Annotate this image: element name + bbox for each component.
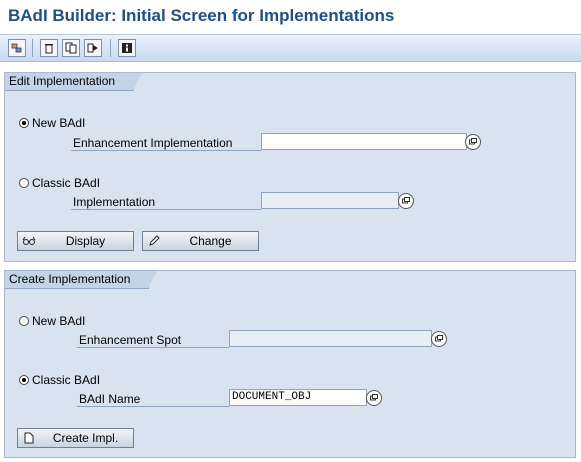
- glasses-icon: [20, 236, 38, 246]
- radio-selected-icon[interactable]: [19, 375, 29, 385]
- radio-new-badi[interactable]: New BAdI: [19, 314, 85, 328]
- delete-icon[interactable]: [40, 39, 58, 57]
- value-help-icon[interactable]: [366, 390, 382, 406]
- implementation-field[interactable]: [261, 192, 399, 209]
- button-label: Create Impl.: [52, 431, 119, 445]
- enhancement-spot-field[interactable]: [229, 330, 432, 347]
- enhancement-implementation-field[interactable]: [261, 133, 467, 150]
- radio-unselected-icon[interactable]: [19, 316, 29, 326]
- object-list-icon[interactable]: [8, 39, 26, 57]
- value-help-icon[interactable]: [398, 193, 414, 209]
- info-icon[interactable]: [118, 39, 136, 57]
- new-document-icon: [20, 432, 38, 444]
- radio-classic-badi[interactable]: Classic BAdI: [19, 176, 100, 190]
- change-button[interactable]: Change: [142, 231, 259, 251]
- badi-name-label: BAdI Name: [77, 391, 229, 407]
- edit-implementation-panel: Edit Implementation New BAdI Enhancement…: [4, 72, 576, 262]
- section-title: Create Implementation: [5, 271, 158, 289]
- radio-label: Classic BAdI: [32, 176, 101, 190]
- display-button[interactable]: Display: [17, 231, 134, 251]
- page-title: BAdI Builder: Initial Screen for Impleme…: [8, 6, 395, 25]
- implementation-label: Implementation: [71, 194, 261, 210]
- radio-label: New BAdI: [32, 314, 86, 328]
- toolbar-separator: [32, 39, 33, 57]
- create-impl-button[interactable]: Create Impl.: [17, 428, 134, 448]
- rename-icon[interactable]: [84, 39, 102, 57]
- radio-unselected-icon[interactable]: [19, 178, 29, 188]
- button-label: Change: [189, 234, 232, 248]
- radio-classic-badi[interactable]: Classic BAdI: [19, 373, 100, 387]
- section-title: Edit Implementation: [5, 73, 143, 91]
- copy-icon[interactable]: [62, 39, 80, 57]
- badi-name-field[interactable]: DOCUMENT_OBJ: [229, 389, 367, 406]
- radio-selected-icon[interactable]: [19, 118, 29, 128]
- value-help-icon[interactable]: [465, 134, 481, 150]
- radio-new-badi[interactable]: New BAdI: [19, 116, 85, 130]
- pencil-icon: [145, 235, 163, 247]
- radio-label: New BAdI: [32, 116, 86, 130]
- enhancement-implementation-label: Enhancement Implementation: [71, 135, 261, 151]
- enhancement-spot-label: Enhancement Spot: [77, 332, 229, 348]
- toolbar-separator: [110, 39, 111, 57]
- application-toolbar: [0, 34, 581, 62]
- button-label: Display: [65, 234, 106, 248]
- radio-label: Classic BAdI: [32, 373, 101, 387]
- value-help-icon[interactable]: [431, 331, 447, 347]
- create-implementation-panel: Create Implementation New BAdI Enhanceme…: [4, 270, 576, 458]
